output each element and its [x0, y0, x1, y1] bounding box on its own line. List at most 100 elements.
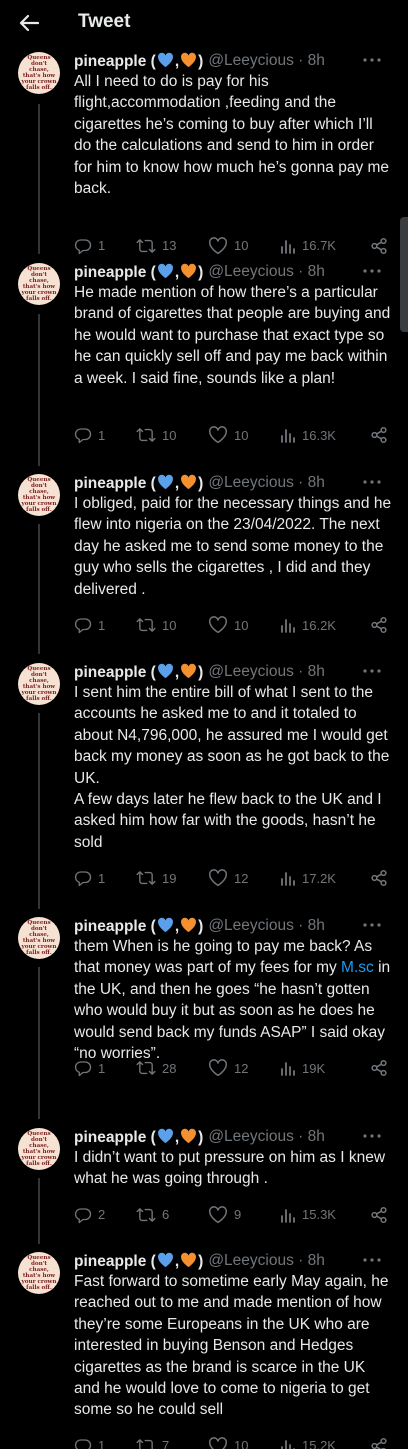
like-icon [208, 1436, 228, 1449]
tweet-header: pineapple (,) @Leeycious · 8h [74, 1126, 394, 1148]
reply-icon [74, 869, 92, 887]
retweet-button[interactable]: 6 [136, 1204, 169, 1226]
avatar[interactable]: Queens don't chase, that's how your crow… [18, 263, 60, 305]
retweet-icon [136, 869, 156, 887]
reply-icon [74, 616, 92, 634]
tweet[interactable]: Queens don't chase, that's how your crow… [0, 1126, 400, 1226]
views-icon [280, 1060, 296, 1076]
views-button[interactable]: 16.3K [280, 424, 336, 446]
blue-heart-icon [157, 1252, 173, 1267]
views-button[interactable]: 15.3K [280, 1204, 336, 1226]
scrollbar-thumb[interactable] [400, 217, 408, 332]
share-button[interactable] [370, 867, 388, 889]
share-icon [370, 1206, 388, 1224]
orange-heart-icon [181, 917, 197, 932]
share-button[interactable] [370, 1057, 388, 1079]
retweet-icon [136, 1059, 156, 1077]
blue-heart-icon [157, 663, 173, 678]
avatar[interactable]: Queens don't chase, that's how your crow… [18, 52, 60, 94]
more-options-icon[interactable] [360, 51, 384, 69]
author-name[interactable]: pineapple (,) [74, 663, 203, 682]
author-handle-time: @Leeycious · 8h [208, 474, 325, 491]
more-options-icon[interactable] [360, 262, 384, 280]
author-name[interactable]: pineapple (,) [74, 1252, 203, 1271]
reply-button[interactable]: 1 [74, 1057, 105, 1079]
views-count: 16.2K [302, 617, 336, 633]
tweet-text: I obliged, paid for the necessary things… [74, 495, 396, 598]
views-button[interactable]: 19K [280, 1057, 325, 1079]
like-count: 10 [234, 617, 249, 633]
views-button[interactable]: 15.2K [280, 1435, 336, 1449]
like-button[interactable]: 12 [208, 1057, 248, 1079]
like-button[interactable]: 10 [208, 424, 248, 446]
author-name[interactable]: pineapple (,) [74, 917, 203, 936]
share-button[interactable] [370, 424, 388, 446]
reply-button[interactable]: 1 [74, 424, 105, 446]
author-name[interactable]: pineapple (,) [74, 263, 203, 282]
views-count: 16.3K [302, 427, 336, 443]
tweet-text: He made mention of how there’s a particu… [74, 284, 395, 387]
views-button[interactable]: 16.2K [280, 614, 336, 636]
tweet[interactable]: Queens don't chase, that's how your crow… [0, 915, 400, 1105]
views-count: 15.3K [302, 1207, 336, 1223]
avatar[interactable]: Queens don't chase, that's how your crow… [18, 917, 60, 959]
views-button[interactable]: 17.2K [280, 867, 336, 889]
retweet-button[interactable]: 28 [136, 1057, 176, 1079]
retweet-button[interactable]: 10 [136, 424, 176, 446]
author-name[interactable]: pineapple (,) [74, 474, 203, 493]
retweet-button[interactable]: 10 [136, 614, 176, 636]
reply-button[interactable]: 1 [74, 1435, 105, 1449]
like-button[interactable]: 10 [208, 614, 248, 636]
views-count: 16.7K [302, 238, 336, 254]
retweet-count: 19 [162, 870, 177, 886]
retweet-button[interactable]: 7 [136, 1435, 169, 1449]
blue-heart-icon [157, 263, 173, 278]
like-button[interactable]: 12 [208, 867, 248, 889]
reply-button[interactable]: 1 [74, 867, 105, 889]
tweet[interactable]: Queens don't chase, that's how your crow… [0, 261, 400, 451]
retweet-button[interactable]: 19 [136, 867, 176, 889]
views-icon [280, 1438, 296, 1449]
author-name[interactable]: pineapple (,) [74, 1128, 203, 1147]
share-button[interactable] [370, 1435, 388, 1449]
more-options-icon[interactable] [360, 662, 384, 680]
tweet-actions: 1 19 12 17.2K [74, 867, 394, 889]
avatar[interactable]: Queens don't chase, that's how your crow… [18, 1128, 60, 1170]
author-name[interactable]: pineapple (,) [74, 52, 203, 71]
share-icon [370, 1059, 388, 1077]
reply-icon [74, 1206, 92, 1224]
more-options-icon[interactable] [360, 1127, 384, 1145]
avatar[interactable]: Queens don't chase, that's how your crow… [18, 1252, 60, 1294]
views-button[interactable]: 16.7K [280, 235, 336, 257]
share-button[interactable] [370, 235, 388, 257]
like-count: 10 [234, 238, 249, 254]
tweet[interactable]: Queens don't chase, that's how your crow… [0, 50, 400, 254]
author-handle-time: @Leeycious · 8h [208, 52, 325, 69]
like-button[interactable]: 10 [208, 235, 248, 257]
avatar[interactable]: Queens don't chase, that's how your crow… [18, 663, 60, 705]
tweet-actions: 1 7 10 15.2K [74, 1435, 394, 1449]
retweet-button[interactable]: 13 [136, 235, 176, 257]
tweet-link[interactable]: M.sc [341, 959, 374, 976]
tweet[interactable]: Queens don't chase, that's how your crow… [0, 472, 400, 642]
like-button[interactable]: 9 [208, 1204, 241, 1226]
reply-button[interactable]: 1 [74, 614, 105, 636]
reply-count: 1 [98, 1060, 106, 1076]
back-arrow-icon[interactable] [14, 9, 44, 37]
avatar[interactable]: Queens don't chase, that's how your crow… [18, 474, 60, 516]
like-button[interactable]: 10 [208, 1435, 248, 1449]
like-icon [208, 236, 228, 255]
reply-button[interactable]: 2 [74, 1204, 105, 1226]
share-button[interactable] [370, 614, 388, 636]
share-icon [370, 869, 388, 887]
more-options-icon[interactable] [360, 473, 384, 491]
tweet[interactable]: Queens don't chase, that's how your crow… [0, 1250, 400, 1449]
retweet-count: 10 [162, 427, 177, 443]
reply-count: 1 [98, 1438, 106, 1449]
share-button[interactable] [370, 1204, 388, 1226]
more-options-icon[interactable] [360, 1251, 384, 1269]
reply-button[interactable]: 1 [74, 235, 105, 257]
more-options-icon[interactable] [360, 916, 384, 934]
tweet-header: pineapple (,) @Leeycious · 8h [74, 472, 394, 494]
tweet[interactable]: Queens don't chase, that's how your crow… [0, 661, 400, 891]
